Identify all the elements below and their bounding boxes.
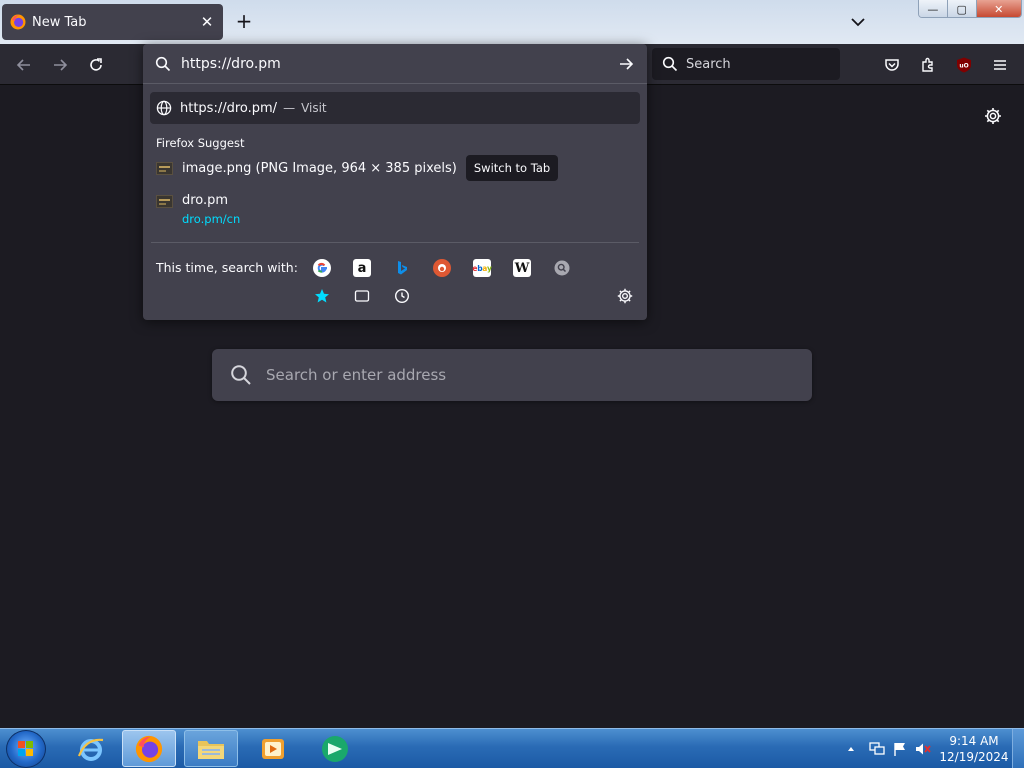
- page-thumbnail-icon: [156, 195, 173, 208]
- taskbar-clock[interactable]: 9:14 AM 12/19/2024: [938, 733, 1010, 765]
- taskbar-app-green[interactable]: [308, 730, 362, 767]
- forward-arrow-icon: [54, 59, 68, 71]
- search-settings-gear-icon[interactable]: [616, 287, 634, 305]
- reload-button[interactable]: [84, 53, 108, 77]
- visit-action-label: Visit: [301, 101, 327, 115]
- divider: [151, 242, 639, 243]
- duckduckgo-engine-icon[interactable]: [433, 259, 451, 277]
- visit-url-text: https://dro.pm/: [180, 100, 278, 116]
- new-tab-button[interactable]: +: [232, 10, 256, 34]
- tab-new-tab[interactable]: New Tab ✕: [2, 4, 223, 40]
- amazon-engine-icon[interactable]: a: [353, 259, 371, 277]
- window-controls: — ▢ ✕: [918, 0, 1022, 18]
- visit-separator: —: [283, 101, 296, 115]
- visit-url-row[interactable]: https://dro.pm/ — Visit: [150, 92, 640, 124]
- show-hidden-icons-icon[interactable]: [846, 744, 856, 754]
- tabs-icon[interactable]: [353, 287, 371, 305]
- clock-date: 12/19/2024: [939, 750, 1009, 764]
- hamburger-menu-icon: [994, 60, 1006, 70]
- firefox-icon: [135, 735, 163, 762]
- toolbar-search-placeholder: Search: [686, 56, 731, 72]
- suggestion-url: dro.pm/cn: [182, 212, 241, 226]
- search-icon: [662, 56, 678, 72]
- action-center-flag-icon[interactable]: [892, 741, 908, 757]
- show-desktop-button[interactable]: [1012, 729, 1024, 768]
- switch-to-tab-button[interactable]: Switch to Tab: [465, 155, 559, 181]
- taskbar-file-explorer[interactable]: [184, 730, 238, 767]
- page-settings-gear-icon[interactable]: [983, 106, 1003, 126]
- wikipedia-engine-icon[interactable]: W: [513, 259, 531, 277]
- bookmarks-star-icon[interactable]: [313, 287, 331, 305]
- urlbar-dropdown: https://dro.pm https://dro.pm/ — Visit F…: [143, 44, 647, 320]
- close-window-button[interactable]: ✕: [976, 0, 1021, 17]
- minimize-button[interactable]: —: [919, 0, 948, 17]
- pocket-button[interactable]: [880, 53, 904, 77]
- chat-bubble-icon: [322, 735, 348, 762]
- windows-taskbar: 9:14 AM 12/19/2024: [0, 728, 1024, 768]
- bing-engine-icon[interactable]: [393, 259, 411, 277]
- tab-strip: New Tab ✕ + — ▢ ✕: [0, 0, 1024, 44]
- firefox-suggest-heading: Firefox Suggest: [156, 136, 245, 150]
- volume-muted-icon[interactable]: [914, 741, 932, 757]
- toolbar-search-input[interactable]: Search: [652, 48, 840, 80]
- app-menu-button[interactable]: [988, 53, 1012, 77]
- back-arrow-icon: [16, 59, 30, 71]
- clock-time: 9:14 AM: [949, 734, 999, 748]
- newtab-search-input[interactable]: Search or enter address: [212, 349, 812, 401]
- history-clock-icon[interactable]: [393, 287, 411, 305]
- media-player-icon: [262, 738, 284, 759]
- firefox-icon: [10, 14, 26, 30]
- maximize-button[interactable]: ▢: [947, 0, 977, 17]
- reload-icon: [90, 58, 102, 71]
- magnifier-engine-icon[interactable]: [553, 259, 571, 277]
- search-icon: [155, 56, 171, 71]
- taskbar-firefox[interactable]: [122, 730, 176, 767]
- svg-text:uO: uO: [959, 63, 968, 70]
- windows-logo-icon: [18, 741, 33, 756]
- tab-title: New Tab: [32, 14, 87, 30]
- page-thumbnail-icon: [156, 161, 173, 175]
- taskbar-internet-explorer[interactable]: [64, 730, 118, 767]
- go-arrow-icon[interactable]: [617, 55, 635, 73]
- pocket-icon: [885, 59, 899, 71]
- globe-icon: [156, 100, 172, 116]
- tab-close-icon[interactable]: ✕: [199, 13, 215, 31]
- suggestion-row-dro[interactable]: dro.pm dro.pm/cn: [150, 193, 640, 233]
- back-button[interactable]: [12, 53, 36, 77]
- url-input[interactable]: https://dro.pm: [143, 44, 647, 84]
- extensions-button[interactable]: [916, 53, 940, 77]
- suggestion-title: image.png (PNG Image, 964 × 385 pixels): [182, 160, 457, 176]
- suggestion-row-image[interactable]: image.png (PNG Image, 964 × 385 pixels) …: [150, 154, 640, 182]
- google-engine-icon[interactable]: [313, 259, 331, 277]
- search-icon: [231, 365, 251, 385]
- forward-button[interactable]: [48, 53, 72, 77]
- suggestion-title: dro.pm: [182, 193, 229, 208]
- start-button[interactable]: [6, 730, 46, 768]
- folder-icon: [198, 740, 224, 759]
- search-with-label: This time, search with:: [156, 260, 298, 275]
- network-icon[interactable]: [868, 741, 886, 757]
- ublock-origin-button[interactable]: uO: [952, 53, 976, 77]
- puzzle-piece-icon: [922, 57, 933, 72]
- url-input-value: https://dro.pm: [181, 55, 281, 72]
- ebay-engine-icon[interactable]: ebay: [472, 259, 492, 277]
- list-all-tabs-icon[interactable]: [848, 12, 868, 32]
- taskbar-media-player[interactable]: [246, 730, 300, 767]
- newtab-search-placeholder: Search or enter address: [266, 366, 447, 384]
- ublock-shield-icon: uO: [957, 57, 971, 73]
- internet-explorer-icon: [77, 738, 104, 761]
